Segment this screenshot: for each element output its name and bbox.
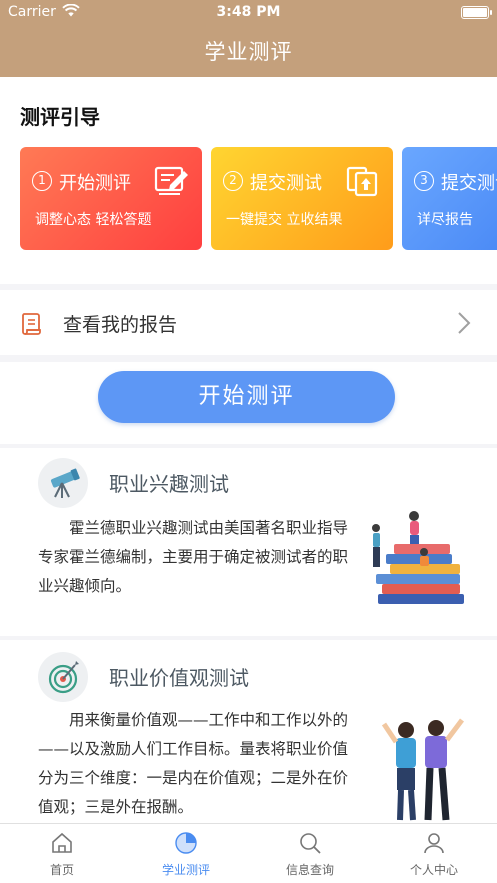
edit-icon	[154, 166, 188, 195]
scroll-icon	[22, 313, 41, 335]
chevron-right-icon	[458, 312, 471, 334]
test-title: 职业兴趣测试	[109, 472, 229, 496]
home-icon	[52, 832, 72, 853]
telescope-icon	[38, 458, 88, 508]
guide-card-subtitle: 调整心态 轻松答题	[35, 212, 152, 228]
test-card-values[interactable]: 职业价值观测试 用来衡量价值观——工作中和工作以外的——以及激励人们工作目标。量…	[0, 640, 497, 823]
guide-card-subtitle: 详尽报告	[417, 212, 473, 228]
step-number: 2	[223, 171, 243, 191]
view-report-row[interactable]: 查看我的报告	[0, 290, 497, 355]
guide-title: 测评引导	[20, 105, 100, 129]
tab-label: 首页	[49, 863, 74, 877]
guide-section: 测评引导 1 开始测评 调整心态 轻松答题 2 提交测试 一键提交 立收结果 3…	[0, 77, 497, 284]
guide-card-title: 开始测评	[59, 173, 131, 194]
tab-label: 学业测评	[161, 863, 210, 877]
guide-card-subtitle: 一键提交 立收结果	[226, 212, 343, 228]
test-description: 用来衡量价值观——工作中和工作以外的——以及激励人们工作目标。量表将职业价值分为…	[38, 711, 349, 816]
start-section: 开始测评	[0, 362, 497, 444]
tab-label: 个人中心	[409, 863, 458, 877]
guide-card-submit[interactable]: 2 提交测试 一键提交 立收结果	[211, 147, 393, 250]
guide-card-report[interactable]: 3 提交测试 详尽报告	[402, 147, 497, 250]
copy-upload-icon	[346, 166, 378, 197]
books-illustration	[372, 511, 464, 604]
user-icon	[424, 833, 444, 854]
page-title: 学业测评	[204, 40, 293, 64]
test-card-interest[interactable]: 职业兴趣测试 霍兰德职业兴趣测试由美国著名职业指导专家霍兰德编制，主要用于确定被…	[0, 448, 497, 636]
guide-card-title: 提交测试	[441, 173, 497, 194]
search-icon	[300, 833, 321, 854]
tab-assessment[interactable]: 学业测评	[124, 824, 248, 883]
people-illustration	[381, 718, 464, 821]
status-time: 3:48 PM	[216, 4, 281, 20]
step-number: 1	[32, 171, 52, 191]
tab-bar: 首页 学业测评 信息查询 个人中心	[0, 823, 497, 883]
tab-profile[interactable]: 个人中心	[372, 824, 496, 883]
step-number: 3	[414, 171, 434, 191]
guide-cards[interactable]: 1 开始测评 调整心态 轻松答题 2 提交测试 一键提交 立收结果 3 提交测 …	[20, 147, 497, 250]
app-header: Carrier 3:48 PM 学业测评	[0, 0, 497, 77]
start-test-button[interactable]: 开始测评	[98, 371, 395, 423]
target-icon	[38, 652, 88, 702]
view-report-label: 查看我的报告	[63, 314, 178, 336]
guide-card-title: 提交测试	[250, 173, 322, 194]
tab-info-search[interactable]: 信息查询	[248, 824, 372, 883]
guide-card-start[interactable]: 1 开始测评 调整心态 轻松答题	[20, 147, 202, 250]
status-bar: Carrier 3:48 PM	[0, 0, 497, 26]
pie-chart-icon	[175, 832, 197, 854]
tab-label: 信息查询	[285, 863, 334, 877]
tab-home[interactable]: 首页	[0, 824, 124, 883]
test-title: 职业价值观测试	[109, 666, 249, 690]
test-description: 霍兰德职业兴趣测试由美国著名职业指导专家霍兰德编制，主要用于确定被测试者的职业兴…	[38, 519, 349, 595]
battery-icon	[461, 6, 492, 19]
